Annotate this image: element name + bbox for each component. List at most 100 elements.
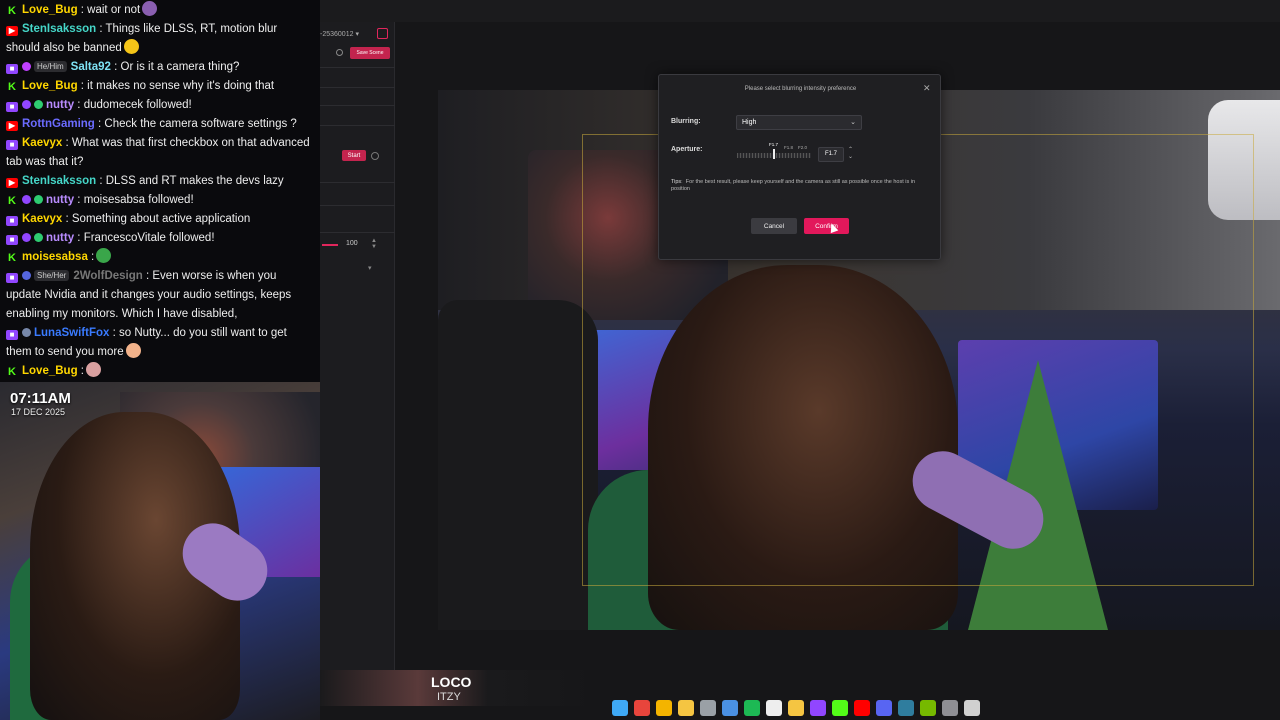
preview-chair (438, 300, 598, 630)
chat-username[interactable]: nutty (46, 99, 74, 111)
taskbar (612, 698, 992, 718)
chat-text: : it makes no sense why it's doing that (77, 80, 275, 92)
chat-username[interactable]: Kaevyx (22, 137, 62, 149)
kick-icon: K (8, 81, 16, 93)
camera-app-icon[interactable] (942, 700, 958, 716)
youtube-icon: ▶ (6, 121, 18, 131)
tips-text: Tipsː For the best result, please keep y… (671, 179, 933, 193)
chat-overlay: K Love_Bug : wait or not ▶ StenIsaksson : T… (0, 0, 320, 382)
twitch-icon: ■ (6, 64, 18, 74)
start-button[interactable]: Start (342, 150, 366, 161)
hand-icon[interactable] (964, 700, 980, 716)
nvidia-icon[interactable] (920, 700, 936, 716)
chat-username[interactable]: StenIsaksson (22, 175, 96, 187)
chat-username[interactable]: Love_Bug (22, 80, 78, 92)
windows-icon[interactable] (612, 700, 628, 716)
chat-text: : moisesabsa followed! (74, 194, 194, 206)
scene-id: -25360012 (320, 30, 354, 38)
chat-text: : Something about active application (62, 213, 251, 225)
spotify-icon[interactable] (744, 700, 760, 716)
stepper-icon[interactable]: ⌃ ⌄ (848, 147, 853, 161)
chat-message: ■ He/Him Salta92 : Or is it a camera thing… (6, 58, 314, 77)
tips-body: For the best result, please keep yoursel… (671, 179, 916, 192)
pronoun-badge: He/Him (34, 61, 67, 72)
tips-label: Tipsː (671, 179, 683, 185)
chat-message: ■ Kaevyx : Something about active applica… (6, 210, 314, 229)
youtube-icon: ▶ (6, 178, 18, 188)
document-icon[interactable] (766, 700, 782, 716)
settings-icon[interactable] (700, 700, 716, 716)
aperture-value-field[interactable]: F1.7 (818, 147, 844, 162)
chat-message: K Love_Bug : wait or not (6, 1, 314, 20)
screen: -25360012 ▾ Save Scene Start 100 ▲ ▼ ▾ Ple… (0, 0, 1280, 720)
chat-username[interactable]: LunaSwiftFox (34, 327, 109, 339)
panel-divider (320, 105, 395, 106)
chat-username[interactable]: Salta92 (71, 61, 111, 73)
blurring-select[interactable]: High ⌄ (736, 115, 862, 130)
verified-badge-icon (34, 233, 43, 242)
cancel-button[interactable]: Cancel (751, 218, 797, 234)
clock-date: 17 DEC 2025 (11, 407, 66, 417)
song-artist: ITZY (437, 691, 461, 703)
verified-badge-icon (34, 100, 43, 109)
twitch-icon: ■ (6, 330, 18, 340)
scene-selector[interactable]: -25360012 ▾ (320, 27, 366, 41)
twitch-icon: ■ (6, 235, 18, 245)
chevron-down-icon: ⌄ (850, 119, 856, 126)
blur-preference-dialog: Please select blurring intensity prefere… (658, 74, 941, 260)
chat-username[interactable]: moisesabsa (22, 251, 88, 263)
stepper-icon[interactable]: ▲ ▼ (371, 238, 377, 250)
kick-icon: K (8, 195, 16, 207)
twitch-icon[interactable] (810, 700, 826, 716)
value-slider[interactable] (322, 244, 338, 246)
grid-badge-icon (22, 271, 31, 280)
chat-username[interactable]: StenIsaksson (22, 23, 96, 35)
chrome-icon[interactable] (634, 700, 650, 716)
twitch-icon: ■ (6, 216, 18, 226)
panel-divider (320, 125, 395, 126)
aperture-label: Aperture: (671, 146, 703, 153)
aperture-tick-label: F1.8 (784, 145, 794, 150)
chat-username[interactable]: nutty (46, 194, 74, 206)
chat-message: ▶ StenIsaksson : Things like DLSS, RT, mo… (6, 20, 314, 58)
record-icon[interactable] (377, 28, 388, 39)
chat-username[interactable]: 2WolfDesign (73, 270, 142, 282)
terminal-icon[interactable] (898, 700, 914, 716)
chat-text: : (77, 365, 84, 377)
app-topbar (320, 0, 1280, 22)
refresh-icon[interactable] (336, 49, 343, 56)
panel-divider (320, 87, 395, 88)
chat-username[interactable]: Kaevyx (22, 213, 62, 225)
file-explorer-icon[interactable] (678, 700, 694, 716)
app-icon[interactable] (722, 700, 738, 716)
aperture-slider-thumb[interactable] (773, 149, 775, 159)
chat-text: : FrancescoVitale followed! (74, 232, 215, 244)
confirm-button[interactable]: Confirm (804, 218, 849, 234)
chat-message: ■ nutty : FrancescoVitale followed! (6, 229, 314, 248)
robot-badge-icon (22, 328, 31, 337)
chevron-down-icon[interactable]: ▾ (368, 264, 372, 272)
mic-badge-icon (22, 195, 31, 204)
youtube-icon[interactable] (854, 700, 870, 716)
close-icon[interactable]: ✕ (923, 83, 931, 94)
chat-username[interactable]: Love_Bug (22, 365, 78, 377)
chat-message: ▶ StenIsaksson : DLSS and RT makes the de… (6, 172, 314, 191)
chat-username[interactable]: RottnGaming (22, 118, 95, 130)
chat-message: ▶ RottnGaming : Check the camera software… (6, 115, 314, 134)
youtube-icon: ▶ (6, 26, 18, 36)
twitch-icon: ■ (6, 140, 18, 150)
chat-username[interactable]: Love_Bug (22, 4, 78, 16)
cat-emote-icon (85, 362, 101, 377)
reset-icon[interactable] (371, 152, 379, 160)
alien-emote-icon (96, 248, 112, 263)
slider-value: 100 (346, 240, 358, 247)
notes-icon[interactable] (788, 700, 804, 716)
discord-icon[interactable] (876, 700, 892, 716)
kick-icon[interactable] (832, 700, 848, 716)
chrome-icon[interactable] (656, 700, 672, 716)
save-scene-button[interactable]: Save Scene (350, 47, 390, 59)
chat-username[interactable]: nutty (46, 232, 74, 244)
song-title: LOCO (431, 674, 472, 690)
chevron-down-icon: ▾ (355, 31, 359, 38)
panel-divider (320, 205, 395, 206)
